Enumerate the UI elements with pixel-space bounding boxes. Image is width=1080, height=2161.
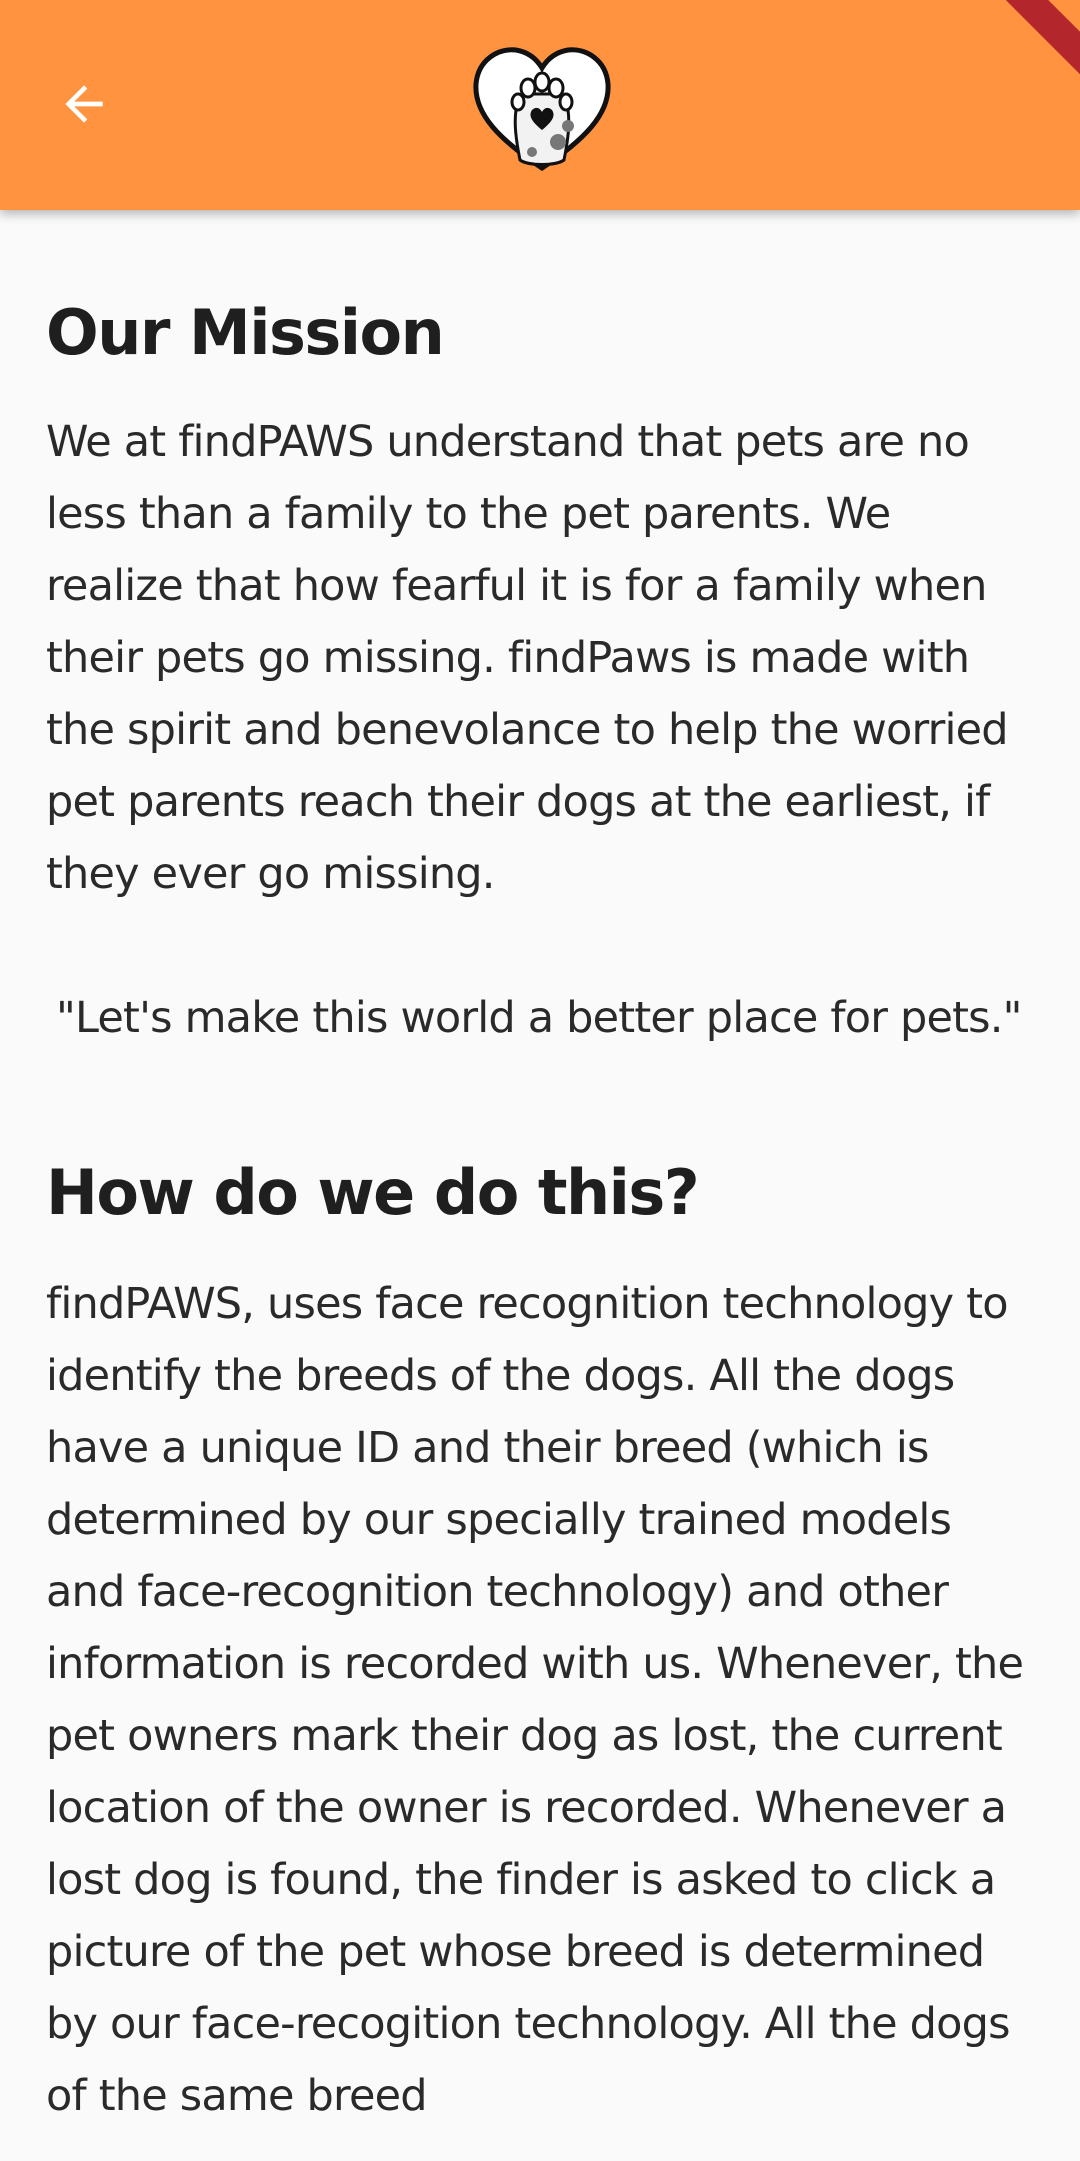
how-text: findPAWS, uses face recognition technolo… xyxy=(46,1279,1024,2121)
heart-paw-logo-icon xyxy=(470,44,614,176)
app-bar xyxy=(0,0,1080,210)
back-button[interactable] xyxy=(44,64,124,144)
mission-title: Our Mission xyxy=(46,296,445,369)
debug-banner xyxy=(1000,0,1080,80)
mission-text: We at findPAWS understand that pets are … xyxy=(46,417,1009,899)
content: Our Mission We at findPAWS understand th… xyxy=(46,210,1036,2132)
arrow-left-icon xyxy=(65,85,103,123)
how-title: How do we do this? xyxy=(46,1156,700,1229)
mission-quote: "Let's make this world a better place fo… xyxy=(56,993,1022,1043)
